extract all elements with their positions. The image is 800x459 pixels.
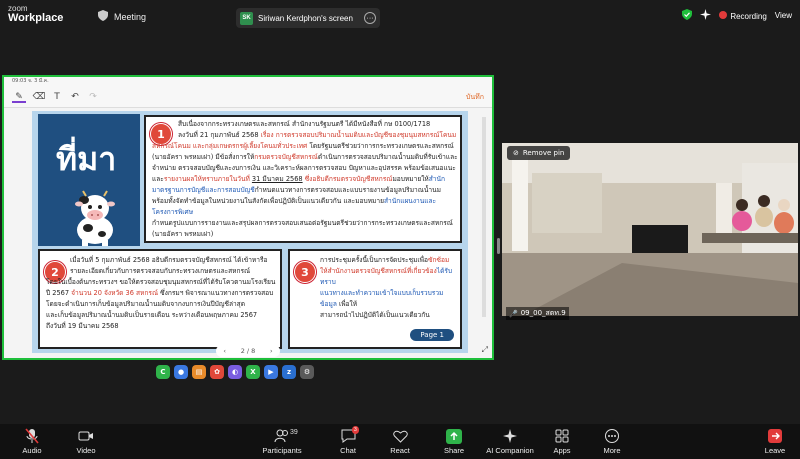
more-label: More: [603, 446, 621, 455]
info-box-1: 1 สืบเนื่องจากกระทรวงเกษตรและสหกรณ์ สำนั…: [144, 115, 462, 243]
files-app-icon[interactable]: ▤: [192, 365, 206, 379]
more-dots-icon: [582, 428, 642, 444]
leave-icon: [752, 428, 798, 444]
tablet-status-bar: 09:03 จ. 3 มี.ค.: [4, 77, 492, 86]
ai-companion-button[interactable]: AI Companion: [480, 428, 540, 455]
audio-button[interactable]: Audio: [2, 428, 62, 455]
undo-icon[interactable]: ↶: [68, 91, 82, 103]
video-button[interactable]: Video: [56, 428, 116, 455]
recording-status[interactable]: Recording: [719, 10, 767, 21]
expand-icon[interactable]: ⤢: [482, 345, 488, 355]
number-badge-3: 3: [294, 261, 316, 283]
box1-text-cont: สหกรณ์โคนม และกลุ่มเกษตรกรผู้เลี้ยงโคนมท…: [152, 142, 458, 238]
pen-icon[interactable]: ✎: [12, 91, 26, 103]
panel-resize-handle[interactable]: [497, 238, 500, 254]
box2-text: โดยในเบื้องต้นกระทรวงฯ ขอให้ตรวจสอบชุมนุ…: [46, 278, 276, 330]
info-box-3: 3 การประชุมครั้งนี้เป็นการจัดประชุมเพื่อ…: [288, 249, 462, 349]
leave-button[interactable]: Leave: [752, 428, 798, 455]
recording-label: Recording: [730, 11, 767, 21]
share-button[interactable]: Share: [424, 428, 484, 455]
phone-app-icon[interactable]: C: [156, 365, 170, 379]
leave-label: Leave: [764, 446, 786, 455]
info-box-2: 2 เมื่อวันที่ 5 กุมภาพันธ์ 2568 อธิบดีกร…: [38, 249, 282, 349]
save-button[interactable]: บันทึก: [466, 92, 484, 103]
page-button[interactable]: Page 1: [410, 329, 454, 341]
participant-video[interactable]: [502, 143, 798, 316]
chat-icon: 3: [318, 426, 378, 444]
eraser-icon[interactable]: ⌫: [32, 91, 46, 103]
video-label: Video: [76, 446, 96, 455]
redo-icon[interactable]: ↷: [86, 91, 100, 103]
participants-count: 39: [290, 429, 298, 436]
sharer-avatar: SK: [240, 11, 253, 25]
audio-label: Audio: [22, 446, 42, 455]
page-navigator[interactable]: ‹ 2 / 8 ›: [216, 345, 280, 357]
remove-pin-button[interactable]: ⊘ Remove pin: [507, 146, 571, 160]
top-right-controls: Recording View: [682, 9, 792, 22]
chat-label: Chat: [340, 446, 356, 455]
app-dock: C ● ▤ ✿ ◐ X ▶ z ⚙: [156, 362, 342, 382]
ai-companion-label: AI Companion: [486, 446, 534, 455]
share-screen-icon: [424, 428, 484, 444]
share-label: Share: [443, 446, 464, 455]
participants-icon: 39: [252, 428, 312, 444]
meeting-label: Meeting: [114, 11, 147, 22]
share-options-button[interactable]: ···: [364, 12, 376, 24]
page-indicator: 2 / 8: [240, 347, 256, 355]
bottom-toolbar: Audio Video 39 Participants 3 Chat React…: [0, 424, 800, 459]
gallery-app-icon[interactable]: ✿: [210, 365, 224, 379]
zoom-app-icon[interactable]: z: [282, 365, 296, 379]
react-button[interactable]: React: [370, 428, 430, 455]
participant-name-tag: 🎤 09_00_สตท.9: [506, 307, 569, 320]
screen-share-indicator[interactable]: SK Siriwan Kerdphon's screen ···: [236, 8, 380, 28]
recording-dot-icon: [719, 10, 728, 19]
chat-badge: 3: [352, 426, 359, 434]
chat-button[interactable]: 3 Chat: [318, 426, 378, 455]
vertical-scrollbar[interactable]: [482, 117, 486, 317]
box1-text: สืบเนื่องจากกระทรวงเกษตรและสหกรณ์ สำนักง…: [178, 120, 457, 139]
prev-page-icon[interactable]: ‹: [223, 347, 226, 355]
mic-off-icon: [2, 428, 62, 444]
title-panel: ที่มา: [38, 114, 140, 246]
mic-muted-icon: 🎤: [509, 309, 518, 318]
settings-app-icon[interactable]: ⚙: [300, 365, 314, 379]
presentation-slide: ที่มา 1 สืบเนื่องจากกระทรวงเกษตรและสหกรณ…: [32, 111, 468, 353]
notes-app-icon[interactable]: ◐: [228, 365, 242, 379]
heart-icon: [370, 428, 430, 444]
camera-icon: [56, 428, 116, 444]
sheets-app-icon[interactable]: X: [246, 365, 260, 379]
meet-app-icon[interactable]: ▶: [264, 365, 278, 379]
shared-screen: 09:03 จ. 3 มี.ค. ✎ ⌫ T ↶ ↷ บันทึก ที่มา: [2, 75, 494, 360]
participants-button[interactable]: 39 Participants: [252, 428, 312, 455]
top-bar: zoom Workplace Meeting SK Siriwan Kerdph…: [0, 0, 800, 34]
security-shield-icon[interactable]: [682, 9, 693, 22]
chrome-app-icon[interactable]: ●: [174, 365, 188, 379]
text-tool-icon[interactable]: T: [50, 91, 64, 103]
logo-line2: Workplace: [8, 12, 64, 24]
annotation-toolbar: ✎ ⌫ T ↶ ↷ บันทึก: [4, 86, 492, 108]
share-title: Siriwan Kerdphon's screen: [258, 13, 353, 23]
next-page-icon[interactable]: ›: [270, 347, 273, 355]
shield-info-icon: [98, 10, 108, 23]
view-button[interactable]: View: [775, 11, 792, 20]
react-label: React: [390, 446, 410, 455]
cow-mascot-icon: [75, 190, 115, 246]
box3-text-head: การประชุมครั้งนี้เป็นการจัดประชุมเพื่อซั…: [320, 256, 450, 264]
participant-name: 09_00_สตท.9: [520, 309, 566, 317]
box2-text-head: เมื่อวันที่ 5 กุมภาพันธ์ 2568 อธิบดีกรมต…: [70, 256, 268, 275]
participants-label: Participants: [262, 446, 302, 455]
remove-pin-label: Remove pin: [522, 149, 565, 157]
pin-icon: ⊘: [513, 149, 519, 157]
zoom-logo: zoom Workplace: [8, 5, 63, 24]
ai-sparkle-icon[interactable]: [700, 9, 712, 22]
ai-companion-icon: [480, 428, 540, 444]
meeting-info-button[interactable]: Meeting: [98, 10, 146, 23]
slide-heading: ที่มา: [56, 140, 117, 178]
more-button[interactable]: More: [582, 428, 642, 455]
box3-text: ให้สำนักงานตรวจบัญชีสหกรณ์ที่เกี่ยวข้องไ…: [320, 267, 453, 319]
